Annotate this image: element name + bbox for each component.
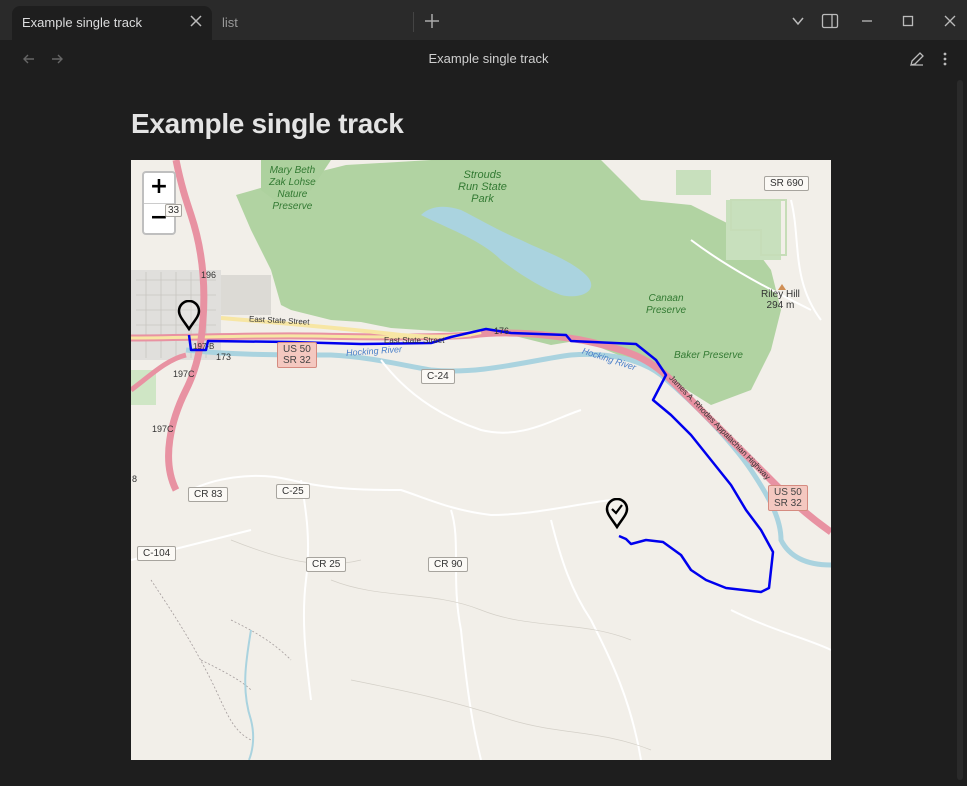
label-route-8: 8 xyxy=(132,474,138,484)
road-shield-c24: C-24 xyxy=(421,369,455,384)
tab-label: list xyxy=(222,15,238,30)
road-shield-c25: C-25 xyxy=(276,484,310,499)
new-tab-icon[interactable] xyxy=(423,12,441,30)
sidebar-toggle-icon[interactable] xyxy=(821,12,839,30)
pin-outline-icon[interactable] xyxy=(177,300,201,332)
page-title: Example single track xyxy=(131,108,404,139)
tab-divider xyxy=(413,12,414,32)
zoom-control: + − xyxy=(142,171,176,235)
map-view[interactable]: + − SR 690 33 CR 83 C-25 C-104 CR 25 CR … xyxy=(131,160,831,760)
edit-pencil-icon[interactable] xyxy=(908,50,926,68)
more-options-icon[interactable] xyxy=(936,50,954,68)
maximize-icon[interactable] xyxy=(899,12,917,30)
pin-check-icon[interactable] xyxy=(605,498,629,530)
road-shield-us50-sr32: US 50 SR 32 xyxy=(768,485,808,511)
shield-line: US 50 xyxy=(774,487,802,498)
label-riley-hill: Riley Hill 294 m xyxy=(761,289,800,311)
label-mary-beth-preserve: Mary Beth Zak Lohse Nature Preserve xyxy=(269,165,316,212)
minimize-icon[interactable] xyxy=(858,12,876,30)
shield-line: SR 32 xyxy=(774,498,802,509)
shield-line: US 50 xyxy=(283,344,311,355)
road-shield-sr690: SR 690 xyxy=(764,176,810,191)
view-header-title[interactable]: Example single track xyxy=(0,51,967,66)
zoom-in-button[interactable]: + xyxy=(144,173,174,204)
label-baker-preserve: Baker Preserve xyxy=(674,350,743,361)
view-header: Example single track xyxy=(0,40,967,78)
label-canaan-preserve: Canaan Preserve xyxy=(646,293,687,316)
label-route-197c: 197C xyxy=(173,369,195,379)
road-shield-us50-sr32: US 50 SR 32 xyxy=(277,342,317,368)
tab-bar: Example single track list xyxy=(0,0,967,40)
tab-example-single-track[interactable]: Example single track xyxy=(12,6,212,40)
label-route-176: 176 xyxy=(494,326,510,336)
close-icon[interactable] xyxy=(188,13,204,29)
label-route-173: 173 xyxy=(216,352,232,362)
label-route-197c: 197C xyxy=(152,424,174,434)
map-tiles xyxy=(131,160,831,760)
road-shield-cr25: CR 25 xyxy=(306,557,347,572)
road-shield-cr83: CR 83 xyxy=(188,487,229,502)
shield-line: SR 32 xyxy=(283,355,311,366)
label-route-197b: 197-B xyxy=(193,342,215,351)
road-shield-cr90: CR 90 xyxy=(428,557,469,572)
label-route-196: 196 xyxy=(201,270,217,280)
window-close-icon[interactable] xyxy=(941,12,959,30)
road-shield-33: 33 xyxy=(165,204,183,217)
label-strouds-run-state-park: Strouds Run State Park xyxy=(458,169,507,205)
chevron-down-icon[interactable] xyxy=(789,12,807,30)
scrollbar[interactable] xyxy=(957,80,963,780)
road-shield-c104: C-104 xyxy=(137,546,177,561)
tab-label: Example single track xyxy=(22,15,142,30)
